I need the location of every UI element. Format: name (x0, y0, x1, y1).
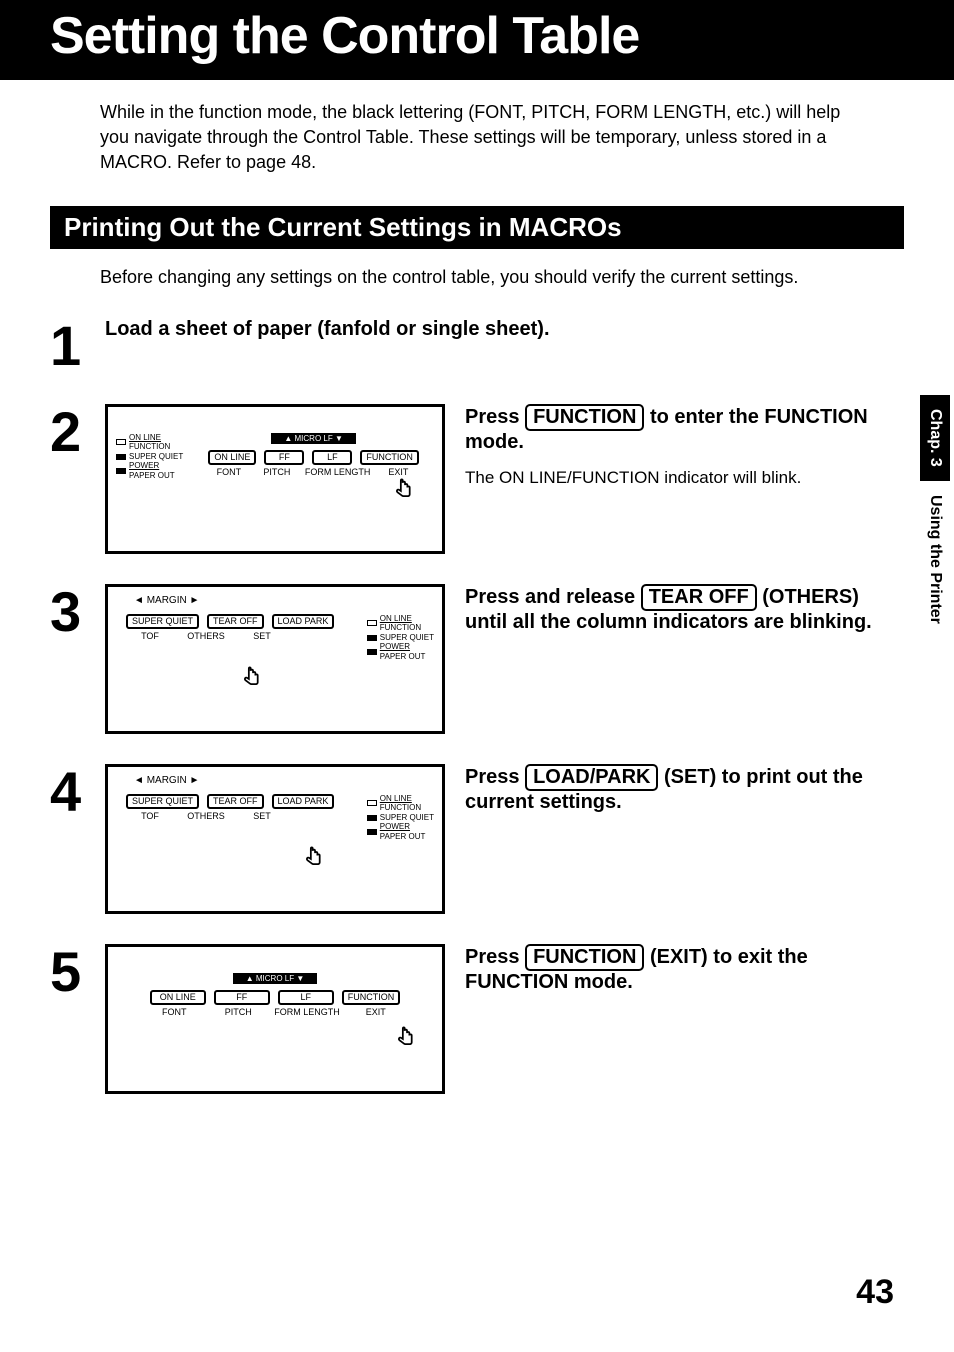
page-number: 43 (856, 1273, 894, 1312)
ff-button: FF (264, 450, 304, 466)
step-number: 2 (50, 404, 105, 460)
intro-paragraph: While in the function mode, the black le… (100, 100, 854, 176)
chapter-tab: Chap. 3 (920, 395, 950, 481)
step-number: 5 (50, 944, 105, 1000)
pointing-hand-icon (388, 477, 416, 505)
instruction-pre: Press (465, 766, 525, 788)
micro-lf-label: ▲ MICRO LF ▼ (233, 973, 318, 984)
instruction-sub: The ON LINE/FUNCTION indicator will blin… (465, 468, 904, 488)
subheading-title: Printing Out the Current Settings in MAC… (64, 212, 890, 243)
online-button: ON LINE (208, 450, 256, 466)
control-panel-figure-4: MARGIN SUPER QUIET TEAR OFF LOAD PARK TO… (105, 764, 445, 914)
instruction-pre: Press and release (465, 586, 641, 608)
subheading-band: Printing Out the Current Settings in MAC… (50, 206, 904, 249)
step-4: 4 MARGIN SUPER QUIET TEAR OFF LOAD PARK … (50, 764, 904, 914)
pointing-hand-icon (298, 845, 326, 873)
function-button: FUNCTION (360, 450, 419, 466)
step-5: 5 ▲ MICRO LF ▼ ON LINE FF LF FUNCTION FO… (50, 944, 904, 1094)
step-number: 4 (50, 764, 105, 820)
control-panel-figure-3: MARGIN SUPER QUIET TEAR OFF LOAD PARK TO… (105, 584, 445, 734)
section-tab: Using the Printer (920, 481, 950, 638)
step-3: 3 MARGIN SUPER QUIET TEAR OFF LOAD PARK … (50, 584, 904, 734)
loadpark-keycap: LOAD/PARK (525, 764, 658, 791)
function-button: FUNCTION (342, 990, 401, 1006)
function-keycap: FUNCTION (525, 404, 644, 431)
tearoff-keycap: TEAR OFF (641, 584, 757, 611)
control-panel-figure-2: ON LINEFUNCTION SUPER QUIET POWERPAPER O… (105, 404, 445, 554)
lf-button: LF (278, 990, 334, 1006)
instruction-pre: Press (465, 946, 525, 968)
ff-button: FF (214, 990, 270, 1006)
title-band: Setting the Control Table (0, 0, 954, 80)
super-quiet-button: SUPER QUIET (126, 794, 199, 810)
load-park-button: LOAD PARK (272, 794, 335, 810)
online-button: ON LINE (150, 990, 206, 1006)
page-title: Setting the Control Table (50, 0, 954, 72)
indicator-column: ON LINEFUNCTION SUPER QUIET POWERPAPER O… (116, 433, 183, 481)
step-instruction: Load a sheet of paper (fanfold or single… (105, 318, 550, 340)
tear-off-button: TEAR OFF (207, 794, 264, 810)
subheading-intro: Before changing any settings on the cont… (100, 267, 854, 288)
indicator-column: ON LINEFUNCTION SUPER QUIET POWERPAPER O… (367, 608, 434, 662)
indicator-column: ON LINEFUNCTION SUPER QUIET POWERPAPER O… (367, 788, 434, 842)
step-2: 2 ON LINEFUNCTION SUPER QUIET POWERPAPER… (50, 404, 904, 554)
load-park-button: LOAD PARK (272, 614, 335, 630)
pointing-hand-icon (390, 1025, 418, 1053)
step-1: 1 Load a sheet of paper (fanfold or sing… (50, 318, 904, 374)
control-panel-figure-5: ▲ MICRO LF ▼ ON LINE FF LF FUNCTION FONT… (105, 944, 445, 1094)
side-tabs: Chap. 3 Using the Printer (920, 395, 954, 638)
lf-button: LF (312, 450, 352, 466)
instruction-pre: Press (465, 406, 525, 428)
super-quiet-button: SUPER QUIET (126, 614, 199, 630)
micro-lf-label: ▲ MICRO LF ▼ (271, 433, 356, 444)
margin-label: MARGIN (116, 595, 434, 606)
pointing-hand-icon (236, 665, 264, 693)
step-number: 3 (50, 584, 105, 640)
margin-label: MARGIN (116, 775, 434, 786)
function-keycap: FUNCTION (525, 944, 644, 971)
tear-off-button: TEAR OFF (207, 614, 264, 630)
steps-container: 1 Load a sheet of paper (fanfold or sing… (50, 318, 904, 1094)
step-number: 1 (50, 318, 105, 374)
